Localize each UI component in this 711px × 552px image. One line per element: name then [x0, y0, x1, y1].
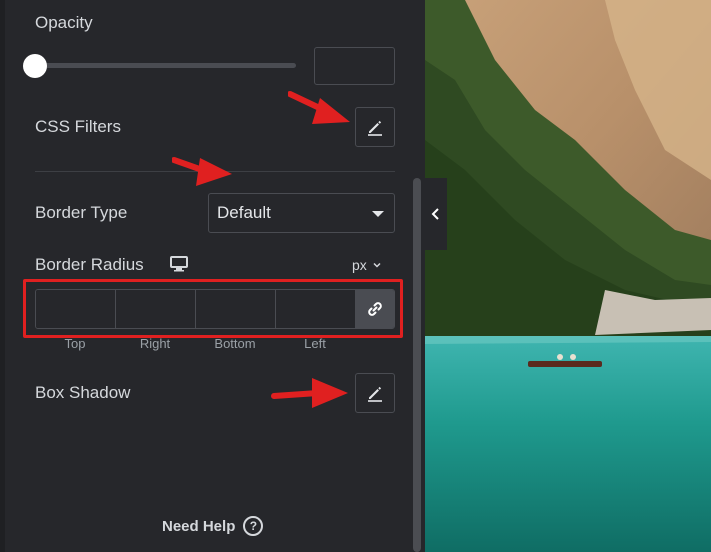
need-help-link[interactable]: Need Help ?: [162, 516, 264, 536]
box-shadow-label: Box Shadow: [35, 383, 131, 402]
opacity-input[interactable]: [314, 47, 395, 85]
opacity-label: Opacity: [35, 13, 93, 32]
pencil-icon: [368, 120, 382, 136]
link-icon: [368, 302, 382, 316]
radius-top-input[interactable]: [36, 290, 116, 328]
border-type-value: Default: [217, 203, 271, 222]
radius-bottom-input[interactable]: [196, 290, 276, 328]
panel-edge: [0, 0, 5, 552]
radius-left-input[interactable]: [276, 290, 356, 328]
desktop-icon[interactable]: [170, 256, 188, 272]
caret-down-icon: [372, 211, 384, 217]
radius-bottom-label: Bottom: [214, 336, 256, 351]
css-filters-label: CSS Filters: [35, 117, 121, 136]
radius-right-label: Right: [139, 336, 171, 351]
settings-panel: Opacity CSS Filters Border Type Default …: [0, 0, 425, 552]
unit-label: px: [352, 257, 367, 273]
preview-image: [425, 0, 711, 552]
link-values-button[interactable]: [356, 290, 394, 328]
chevron-down-icon: [373, 262, 381, 268]
opacity-slider-thumb[interactable]: [23, 54, 47, 78]
pencil-icon: [368, 386, 382, 402]
css-filters-edit-button[interactable]: [355, 107, 395, 147]
collapse-panel-button[interactable]: [425, 178, 447, 250]
radius-left-label: Left: [304, 336, 326, 351]
radius-right-input[interactable]: [116, 290, 196, 328]
scrollbar[interactable]: [413, 178, 421, 552]
radius-top-label: Top: [64, 336, 86, 351]
opacity-slider-track[interactable]: [35, 63, 296, 68]
border-radius-label: Border Radius: [35, 255, 144, 274]
border-type-select[interactable]: Default: [208, 193, 395, 233]
border-type-label: Border Type: [35, 203, 128, 222]
chevron-left-icon: [431, 208, 439, 220]
section-divider: [35, 171, 395, 172]
unit-select[interactable]: px: [352, 257, 381, 273]
border-radius-inputs: [35, 289, 395, 329]
box-shadow-edit-button[interactable]: [355, 373, 395, 413]
need-help-label: Need Help: [162, 517, 236, 535]
question-circle-icon: ?: [243, 516, 264, 536]
